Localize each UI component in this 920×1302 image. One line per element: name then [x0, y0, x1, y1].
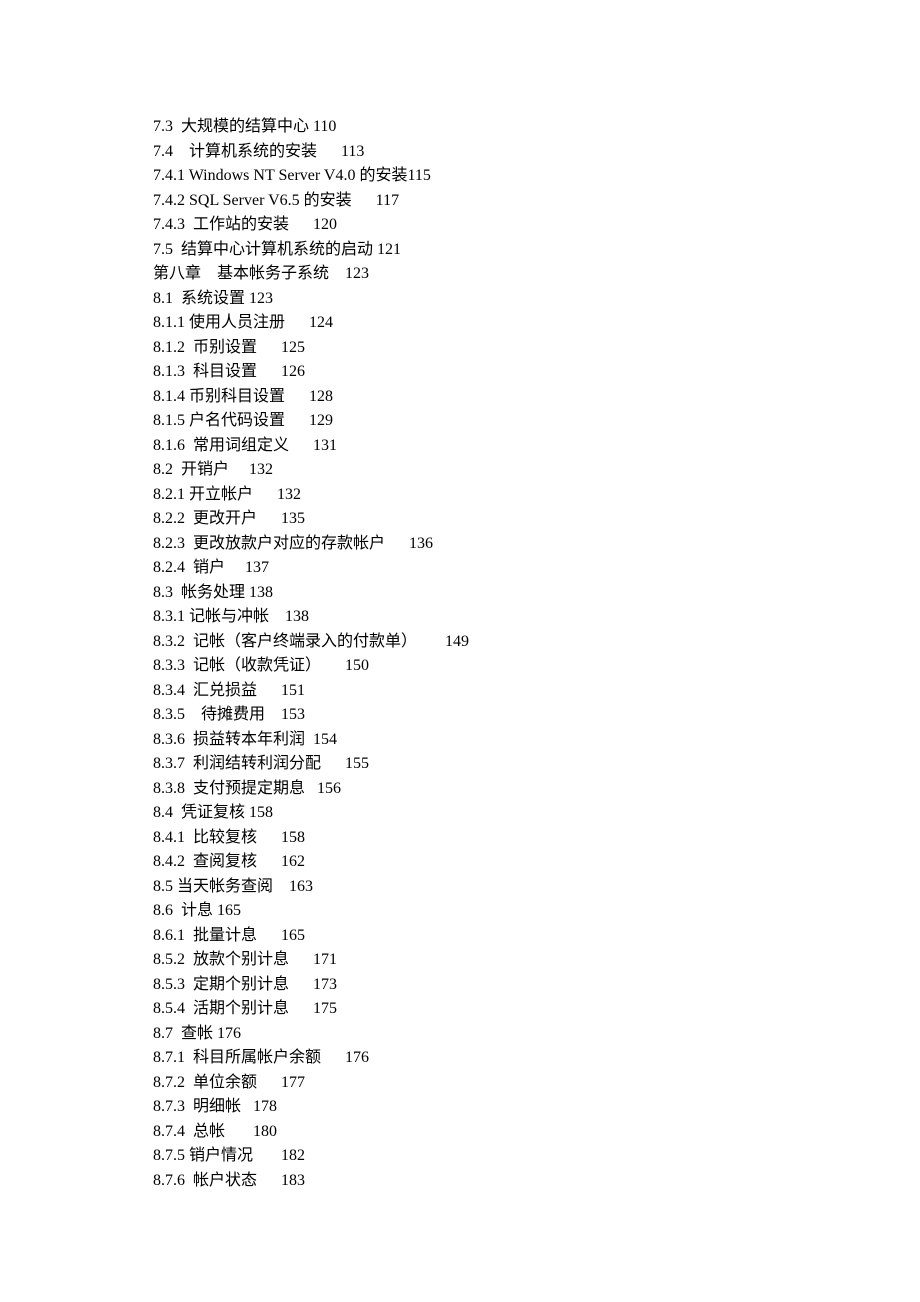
- toc-entry: 7.4.2 SQL Server V6.5 的安装 117: [153, 189, 773, 214]
- toc-entry: 8.2 开销户 132: [153, 458, 773, 483]
- toc-entry: 8.3.1 记帐与冲帐 138: [153, 605, 773, 630]
- toc-entry: 8.4 凭证复核 158: [153, 801, 773, 826]
- toc-entry: 8.2.1 开立帐户 132: [153, 483, 773, 508]
- toc-entry: 8.3.7 利润结转利润分配 155: [153, 752, 773, 777]
- document-page: 7.3 大规模的结算中心 1107.4 计算机系统的安装 1137.4.1 Wi…: [0, 0, 773, 1193]
- toc-entry: 8.3.8 支付预提定期息 156: [153, 777, 773, 802]
- toc-entry: 8.2.3 更改放款户对应的存款帐户 136: [153, 532, 773, 557]
- toc-entry: 8.4.1 比较复核 158: [153, 826, 773, 851]
- toc-entry: 8.3.3 记帐（收款凭证） 150: [153, 654, 773, 679]
- toc-entry: 8.1.2 币别设置 125: [153, 336, 773, 361]
- toc-entry: 8.6 计息 165: [153, 899, 773, 924]
- toc-entry: 8.1.5 户名代码设置 129: [153, 409, 773, 434]
- toc-entry: 8.1.1 使用人员注册 124: [153, 311, 773, 336]
- toc-entry: 8.3.4 汇兑损益 151: [153, 679, 773, 704]
- toc-entry: 7.3 大规模的结算中心 110: [153, 115, 773, 140]
- toc-entry: 8.5.3 定期个别计息 173: [153, 973, 773, 998]
- toc-entry: 8.7.6 帐户状态 183: [153, 1169, 773, 1194]
- toc-entry: 7.4 计算机系统的安装 113: [153, 140, 773, 165]
- toc-entry: 8.3.2 记帐（客户终端录入的付款单） 149: [153, 630, 773, 655]
- toc-entry: 8.4.2 查阅复核 162: [153, 850, 773, 875]
- toc-entry: 8.1 系统设置 123: [153, 287, 773, 312]
- toc-entry: 8.2.2 更改开户 135: [153, 507, 773, 532]
- toc-entry: 第八章 基本帐务子系统 123: [153, 262, 773, 287]
- toc-entry: 8.3 帐务处理 138: [153, 581, 773, 606]
- toc-entry: 8.3.6 损益转本年利润 154: [153, 728, 773, 753]
- toc-entry: 7.4.1 Windows NT Server V4.0 的安装115: [153, 164, 773, 189]
- toc-entry: 8.7 查帐 176: [153, 1022, 773, 1047]
- toc-entry: 8.7.5 销户情况 182: [153, 1144, 773, 1169]
- toc-entry: 8.3.5 待摊费用 153: [153, 703, 773, 728]
- toc-entry: 8.6.1 批量计息 165: [153, 924, 773, 949]
- toc-entry: 8.5.2 放款个别计息 171: [153, 948, 773, 973]
- toc-entry: 7.4.3 工作站的安装 120: [153, 213, 773, 238]
- toc-entry: 8.7.2 单位余额 177: [153, 1071, 773, 1096]
- toc-entry: 8.5.4 活期个别计息 175: [153, 997, 773, 1022]
- table-of-contents: 7.3 大规模的结算中心 1107.4 计算机系统的安装 1137.4.1 Wi…: [153, 115, 773, 1193]
- toc-entry: 8.1.3 科目设置 126: [153, 360, 773, 385]
- toc-entry: 8.7.4 总帐 180: [153, 1120, 773, 1145]
- toc-entry: 8.1.4 币别科目设置 128: [153, 385, 773, 410]
- toc-entry: 8.7.3 明细帐 178: [153, 1095, 773, 1120]
- toc-entry: 8.2.4 销户 137: [153, 556, 773, 581]
- toc-entry: 8.1.6 常用词组定义 131: [153, 434, 773, 459]
- toc-entry: 8.5 当天帐务查阅 163: [153, 875, 773, 900]
- toc-entry: 8.7.1 科目所属帐户余额 176: [153, 1046, 773, 1071]
- toc-entry: 7.5 结算中心计算机系统的启动 121: [153, 238, 773, 263]
